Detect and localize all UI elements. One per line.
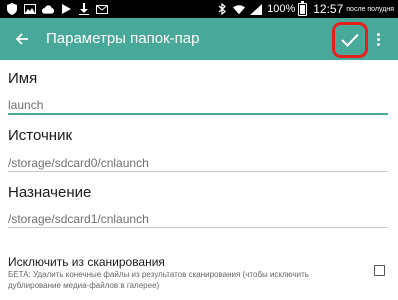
exclude-description: БЕТА: Удалить конечные файлы из результа…	[8, 270, 309, 290]
bluetooth-icon	[216, 3, 228, 15]
cloud-icon	[42, 3, 54, 15]
battery-percent: 100%	[267, 3, 296, 15]
save-button[interactable]	[332, 22, 368, 58]
more-vert-dot	[376, 42, 380, 46]
page-title: Параметры папок-пар	[46, 30, 200, 47]
status-system: 100% 12:57 после полудня	[216, 0, 394, 18]
wifi-icon	[233, 3, 246, 15]
check-icon	[341, 33, 359, 47]
destination-input[interactable]	[8, 210, 388, 228]
status-bar: 100% 12:57 после полудня	[0, 0, 398, 18]
image-icon	[24, 3, 36, 15]
clock-suffix: после полудня	[346, 5, 394, 13]
more-options-button[interactable]	[372, 29, 384, 49]
back-button[interactable]	[10, 27, 34, 51]
status-notifications	[6, 2, 114, 16]
mail-icon	[96, 3, 108, 15]
exclude-checkbox[interactable]	[374, 265, 385, 276]
destination-label: Назначение	[8, 184, 92, 201]
name-input[interactable]	[8, 97, 388, 115]
back-arrow-icon	[15, 33, 28, 45]
exclude-title[interactable]: Исключить из сканирования	[8, 255, 165, 269]
play-icon	[60, 3, 72, 15]
battery-icon	[298, 0, 308, 16]
download-icon	[78, 3, 90, 15]
source-label: Источник	[8, 127, 73, 144]
signal-icon	[250, 3, 263, 15]
app-toolbar: Параметры папок-пар	[0, 18, 398, 60]
more-vert-dot	[376, 37, 380, 41]
shield-icon	[6, 3, 18, 15]
clock: 12:57	[313, 2, 344, 16]
name-label: Имя	[8, 70, 38, 87]
source-input[interactable]	[8, 154, 388, 172]
more-vert-icon	[376, 32, 380, 36]
